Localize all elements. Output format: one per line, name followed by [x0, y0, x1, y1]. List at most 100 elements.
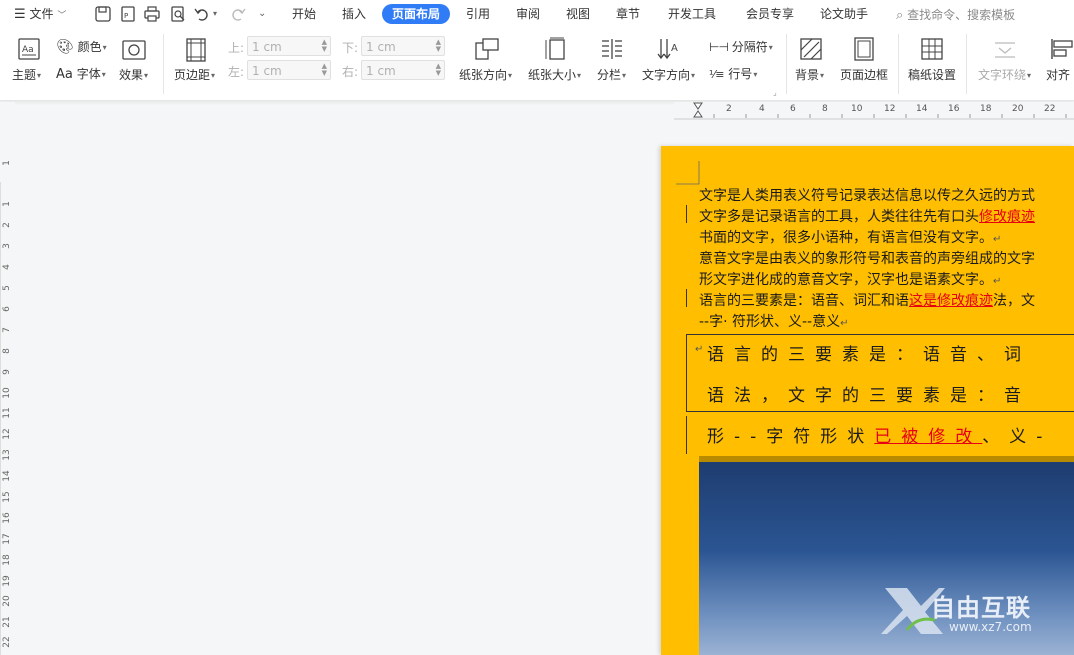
- ruler-tick: 16: [948, 104, 960, 114]
- palette-icon: 🎨︎: [56, 39, 74, 55]
- spinner-arrows-icon[interactable]: ▲ ▼: [436, 39, 441, 53]
- tab-references[interactable]: 引用: [466, 4, 490, 24]
- theme-label: 主题: [12, 68, 37, 82]
- print-preview-icon[interactable]: [169, 5, 187, 23]
- paragraph-line: 形文字进化成的意音文字，汉字也是语素文字。↵: [699, 272, 1002, 288]
- break-button[interactable]: ⊢⊣ 分隔符▾: [709, 38, 773, 55]
- tab-start[interactable]: 开始: [292, 4, 316, 24]
- tab-member[interactable]: 会员专享: [746, 4, 794, 24]
- theme-icon: Aa: [18, 38, 40, 60]
- ruler-tick: 13: [2, 449, 12, 461]
- ruler-tick: 8: [822, 104, 828, 114]
- paper-size-icon: [545, 37, 565, 60]
- tab-chapter[interactable]: 章节: [616, 4, 640, 24]
- color-button[interactable]: 🎨︎ 颜色▾: [56, 38, 107, 55]
- ruler-tick: 3: [2, 243, 12, 249]
- right-margin-label: 右:: [342, 65, 359, 79]
- tab-paper-assistant[interactable]: 论文助手: [820, 4, 868, 24]
- break-label: 分隔符: [731, 40, 768, 54]
- ruler-tick: 10: [2, 387, 12, 399]
- ruler-tick: 7: [2, 327, 12, 333]
- top-margin-label: 上:: [228, 41, 245, 55]
- ruler-tick: 5: [2, 285, 12, 291]
- tracked-change[interactable]: 修改痕迹: [979, 209, 1035, 225]
- spaced-text-line: 形--字符形状已被修改、义-: [707, 427, 1053, 447]
- margins-label: 页边距: [174, 68, 211, 82]
- document-page[interactable]: 文字是人类用表义符号记录表达信息以传之久远的方式 文字多是记录语言的工具，人类往…: [661, 146, 1074, 655]
- ruler-tick: 9: [2, 369, 12, 375]
- effect-icon: [122, 40, 146, 60]
- tab-view[interactable]: 视图: [566, 4, 590, 24]
- line-number-button[interactable]: ⅟≡ 行号▾: [709, 65, 757, 82]
- image-top-edge: [699, 456, 1074, 462]
- customize-toolbar-icon[interactable]: ⌄: [258, 0, 266, 28]
- save-icon[interactable]: [94, 5, 112, 23]
- tab-insert[interactable]: 插入: [342, 4, 366, 24]
- align-icon: [1051, 39, 1073, 59]
- page-break-icon: ⊢⊣: [709, 40, 729, 54]
- paragraph-mark-icon: ↵: [993, 234, 1002, 245]
- left-margin-input[interactable]: 1 cm ▲ ▼: [247, 60, 331, 80]
- orientation-label: 纸张方向: [459, 68, 508, 82]
- ribbon-separator: [966, 34, 967, 94]
- page-border-icon: [854, 37, 874, 61]
- paragraph-mark-icon: ↵: [695, 344, 704, 355]
- tab-developer[interactable]: 开发工具: [668, 4, 716, 24]
- line-number-icon: ⅟≡: [709, 68, 725, 81]
- ruler-tick: 14: [916, 104, 928, 114]
- right-margin-value: 1 cm: [366, 64, 396, 78]
- dialog-launcher-icon[interactable]: ⌟: [773, 88, 777, 97]
- tab-review[interactable]: 审阅: [516, 4, 540, 24]
- columns-icon: [602, 39, 622, 59]
- search-placeholder: 查找命令、搜索模板: [907, 8, 1016, 22]
- paragraph-line: 语言的三要素是：语音、词汇和语这是修改痕迹法，文: [699, 293, 1035, 309]
- spinner-arrows-icon[interactable]: ▲ ▼: [322, 39, 327, 53]
- svg-text:A: A: [671, 43, 678, 54]
- background-icon: [800, 38, 822, 60]
- tab-page-layout[interactable]: 页面布局: [382, 4, 451, 24]
- ruler-tick: 22: [1044, 104, 1056, 114]
- ribbon-separator: [786, 34, 787, 94]
- align-label: 对齐: [1046, 68, 1071, 82]
- bottom-margin-input[interactable]: 1 cm ▲ ▼: [361, 36, 445, 56]
- paragraph-line: --字· 符形状、义--意义↵: [699, 314, 849, 330]
- text-direction-label: 文字方向: [642, 68, 691, 82]
- print-icon[interactable]: [143, 5, 161, 23]
- horizontal-ruler[interactable]: 2 4 6 8 10 12 14 16 18 20 22: [674, 102, 1074, 120]
- margins-icon: [186, 38, 206, 62]
- spinner-arrows-icon[interactable]: ▲ ▼: [322, 63, 327, 77]
- ruler-tick: 20: [2, 595, 12, 607]
- redo-icon[interactable]: [229, 5, 247, 23]
- spinner-arrows-icon[interactable]: ▲ ▼: [436, 63, 441, 77]
- manuscript-grid-icon: [921, 38, 943, 60]
- manuscript-settings-label: 稿纸设置: [908, 68, 957, 82]
- font-button[interactable]: Aa 字体▾: [56, 65, 106, 82]
- undo-dropdown-icon[interactable]: ▾: [213, 0, 217, 28]
- columns-label: 分栏: [597, 68, 622, 82]
- ruler-tick: 6: [790, 104, 796, 114]
- ruler-tick: 12: [884, 104, 896, 114]
- top-margin-input[interactable]: 1 cm ▲ ▼: [247, 36, 331, 56]
- command-search[interactable]: ⌕ 查找命令、搜索模板: [896, 6, 1015, 23]
- line-number-label: 行号: [728, 67, 753, 81]
- tracked-change[interactable]: 已被修改: [874, 427, 982, 447]
- undo-icon[interactable]: [193, 5, 211, 23]
- ruler-tick: 21: [2, 616, 12, 628]
- file-menu[interactable]: ☰ 文件 ﹀: [14, 0, 66, 28]
- menu-bar: ☰ 文件 ﹀ P ▾ ⌄ 开始 插入 页面布局 引用 审阅 视图 章节 开发工具…: [0, 0, 1074, 28]
- export-pdf-icon[interactable]: P: [119, 5, 137, 23]
- ruler-tick: 4: [2, 264, 12, 270]
- bottom-margin-value: 1 cm: [366, 40, 396, 54]
- tracked-change[interactable]: 这是修改痕迹: [909, 293, 993, 309]
- right-margin-input[interactable]: 1 cm ▲ ▼: [361, 60, 445, 80]
- ruler-tick: 12: [2, 428, 12, 440]
- hamburger-icon: ☰: [14, 7, 26, 22]
- vertical-ruler[interactable]: 1 1 2 3 4 5 6 7 8 9 10 11 12 13 14 15 16…: [0, 102, 15, 655]
- bottom-margin-label: 下:: [342, 41, 359, 55]
- paragraph-line: 文字是人类用表义符号记录表达信息以传之久远的方式: [699, 188, 1035, 204]
- left-margin-value: 1 cm: [252, 64, 282, 78]
- ruler-tick: 1: [2, 160, 12, 166]
- indent-marker-icon[interactable]: [693, 102, 703, 120]
- ribbon-page-layout: Aa 主题▾ 🎨︎ 颜色▾ Aa 字体▾ 效果▾ 页边距▾ 上: 1 cm ▲ ▼ …: [0, 28, 1074, 101]
- text-direction-icon: A: [657, 39, 678, 60]
